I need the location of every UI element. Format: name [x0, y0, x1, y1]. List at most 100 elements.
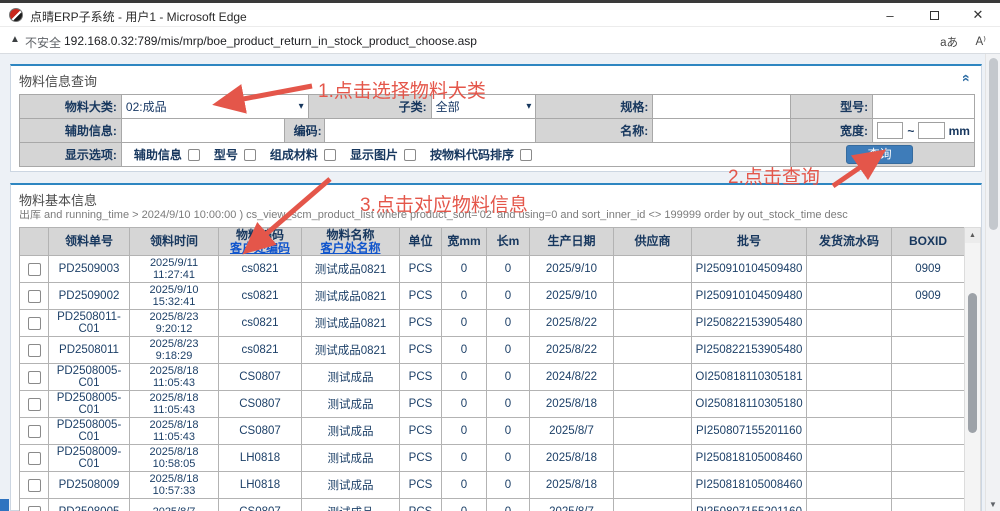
- material-name-cell: 测试成品: [302, 472, 400, 499]
- serial-cell: [807, 337, 892, 364]
- column-subheader-link[interactable]: 客户处编码: [220, 242, 300, 255]
- display-option-checkbox[interactable]: [188, 149, 200, 161]
- prod-date-cell: 2025/9/10: [530, 283, 614, 310]
- width-cell: 0: [442, 256, 487, 283]
- aux-info-input[interactable]: [122, 119, 285, 143]
- material-name-cell: 测试成品: [302, 445, 400, 472]
- scroll-down-arrow-icon[interactable]: ▼: [986, 500, 1000, 509]
- boxid-cell: 0909: [892, 256, 965, 283]
- unit-cell: PCS: [400, 310, 442, 337]
- category-select[interactable]: 02:成品▾: [122, 95, 309, 119]
- material-code-cell: cs0821: [219, 337, 302, 364]
- material-code-cell: cs0821: [219, 310, 302, 337]
- supplier-cell: [614, 283, 692, 310]
- row-checkbox[interactable]: [28, 344, 41, 357]
- width-range-tilde: ~: [907, 124, 914, 138]
- url-text[interactable]: 192.168.0.32:789/mis/mrp/boe_product_ret…: [64, 34, 477, 48]
- table-row[interactable]: PD25080112025/8/23 9:18:29cs0821测试成品0821…: [20, 337, 965, 364]
- unit-cell: PCS: [400, 418, 442, 445]
- name-input[interactable]: [653, 119, 791, 143]
- width-from-input[interactable]: [877, 122, 903, 139]
- table-scrollbar[interactable]: ▲: [964, 227, 981, 511]
- column-header-label: BOXID: [893, 235, 963, 248]
- aux-info-label: 辅助信息:: [20, 119, 122, 143]
- model-input[interactable]: [873, 95, 975, 119]
- display-option-checkbox[interactable]: [324, 149, 336, 161]
- display-option-checkbox[interactable]: [404, 149, 416, 161]
- search-button[interactable]: 查询: [846, 145, 913, 164]
- table-row[interactable]: PD2508011-C012025/8/23 9:20:12cs0821测试成品…: [20, 310, 965, 337]
- display-option-checkbox[interactable]: [520, 149, 532, 161]
- row-checkbox[interactable]: [28, 452, 41, 465]
- table-row[interactable]: PD25080092025/8/18 10:57:33LH0818测试成品PCS…: [20, 472, 965, 499]
- width-cell: 0: [442, 337, 487, 364]
- table-row[interactable]: PD2508005-C012025/8/18 11:05:43CS0807测试成…: [20, 364, 965, 391]
- row-checkbox[interactable]: [28, 479, 41, 492]
- pick-time-cell: 2025/8/18 10:58:05: [130, 445, 219, 472]
- translate-icon[interactable]: aあ: [940, 34, 958, 50]
- maximize-button[interactable]: [912, 3, 956, 27]
- page-content: 物料信息查询 « 物料大类: 02:成品▾ 子类: 全部▾ 规格: 型号: 辅助…: [0, 54, 1000, 511]
- pick-order-cell: PD2509003: [49, 256, 130, 283]
- chevron-down-icon: ▾: [299, 101, 304, 112]
- row-checkbox[interactable]: [28, 317, 41, 330]
- pick-time-cell: 2025/8/18 10:57:33: [130, 472, 219, 499]
- column-header: 领料单号: [49, 228, 130, 256]
- column-subheader-link[interactable]: 客户处名称: [303, 242, 398, 255]
- prod-date-cell: 2025/8/7: [530, 499, 614, 511]
- page-scrollbar-thumb[interactable]: [989, 58, 998, 230]
- width-label: 宽度:: [791, 119, 873, 143]
- column-header: 领料时间: [130, 228, 219, 256]
- security-label[interactable]: 不安全: [25, 34, 61, 51]
- table-scrollbar-thumb[interactable]: [968, 293, 977, 433]
- table-row[interactable]: PD2508005-C012025/8/18 11:05:43CS0807测试成…: [20, 391, 965, 418]
- read-aloud-icon[interactable]: A⁾: [976, 34, 987, 48]
- pick-time-cell: 2025/8/18 11:05:43: [130, 418, 219, 445]
- form-row-1: 物料大类: 02:成品▾ 子类: 全部▾ 规格: 型号:: [20, 95, 975, 119]
- row-checkbox[interactable]: [28, 263, 41, 276]
- width-to-input[interactable]: [918, 122, 944, 139]
- row-checkbox[interactable]: [28, 371, 41, 384]
- display-option-label: 组成材料: [270, 146, 318, 163]
- row-checkbox[interactable]: [28, 398, 41, 411]
- display-option-checkbox[interactable]: [244, 149, 256, 161]
- collapse-panel-icon[interactable]: «: [959, 74, 975, 82]
- table-body: PD25090032025/9/11 11:27:41cs0821测试成品082…: [20, 256, 965, 511]
- serial-cell: [807, 364, 892, 391]
- page-scrollbar[interactable]: ▼: [985, 54, 1000, 511]
- checkbox-cell: [20, 499, 49, 511]
- spec-input[interactable]: [653, 95, 791, 119]
- supplier-cell: [614, 391, 692, 418]
- code-input[interactable]: [325, 119, 537, 143]
- supplier-cell: [614, 472, 692, 499]
- display-option-label: 按物料代码排序: [430, 146, 514, 163]
- column-header-label: 供应商: [615, 235, 690, 248]
- table-row[interactable]: PD25090032025/9/11 11:27:41cs0821测试成品082…: [20, 256, 965, 283]
- pick-order-cell: PD2508009: [49, 472, 130, 499]
- length-cell: 0: [487, 256, 530, 283]
- unit-cell: PCS: [400, 499, 442, 511]
- form-row-2: 辅助信息: 编码: 名称: 宽度: ~ mm: [20, 119, 975, 143]
- annotation-step3-text: 3.点击对应物料信息: [360, 190, 528, 217]
- table-row[interactable]: PD25080052025/8/7CS0807测试成品PCS002025/8/7…: [20, 499, 965, 511]
- row-checkbox[interactable]: [28, 290, 41, 303]
- table-row[interactable]: PD2508005-C012025/8/18 11:05:43CS0807测试成…: [20, 418, 965, 445]
- column-header: BOXID: [892, 228, 965, 256]
- scroll-up-arrow-icon[interactable]: ▲: [965, 228, 980, 243]
- table-row[interactable]: PD2508009-C012025/8/18 10:58:05LH0818测试成…: [20, 445, 965, 472]
- pick-time-cell: 2025/8/18 11:05:43: [130, 364, 219, 391]
- width-cell: 0: [442, 418, 487, 445]
- row-checkbox[interactable]: [28, 506, 41, 511]
- not-secure-warning-icon[interactable]: ▲: [10, 34, 20, 45]
- row-checkbox[interactable]: [28, 425, 41, 438]
- width-cell: 0: [442, 445, 487, 472]
- width-cell: 0: [442, 472, 487, 499]
- close-button[interactable]: ✕: [956, 3, 1000, 27]
- annotation-step2-text: 2.点击查询: [728, 162, 820, 189]
- boxid-cell: [892, 418, 965, 445]
- table-row[interactable]: PD25090022025/9/10 15:32:41cs0821测试成品082…: [20, 283, 965, 310]
- minimize-button[interactable]: –: [868, 3, 912, 27]
- serial-cell: [807, 499, 892, 511]
- pick-time-cell: 2025/9/11 11:27:41: [130, 256, 219, 283]
- boxid-cell: 0909: [892, 283, 965, 310]
